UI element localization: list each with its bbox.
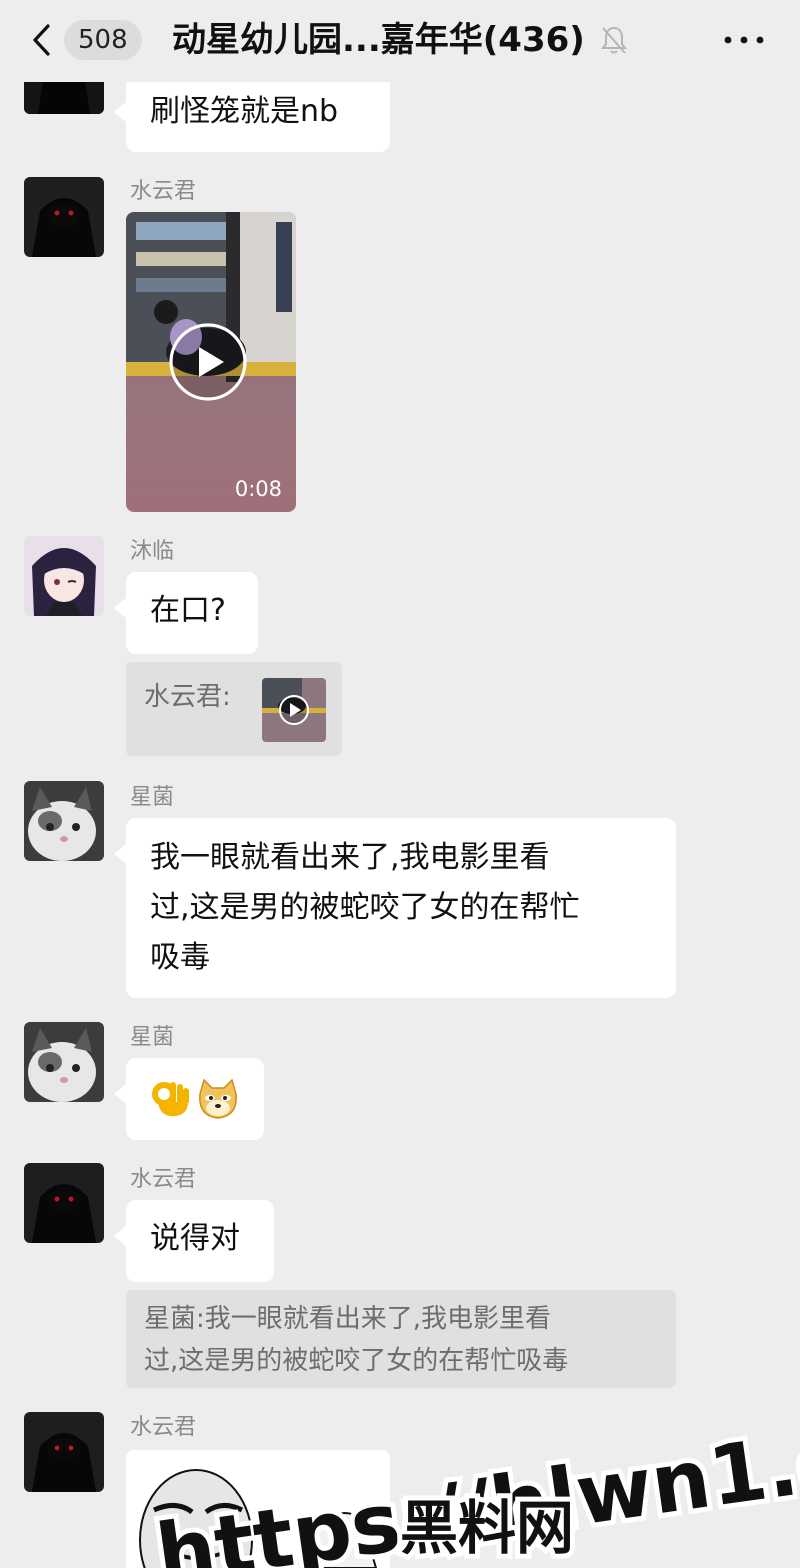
- message-text: 说得对: [150, 1221, 240, 1256]
- avatar-xingjun[interactable]: [24, 1022, 104, 1102]
- bell-off-icon: [601, 26, 627, 54]
- quoted-video-thumbnail: [262, 678, 326, 742]
- more-dots-icon[interactable]: [718, 22, 770, 58]
- sender-name: 水云君: [130, 1415, 197, 1440]
- sender-name: 水云君: [130, 1167, 197, 1192]
- cat-avatar-icon: [24, 781, 104, 861]
- quote-text-line: 星菌:我一眼就看出来了,我电影里看: [144, 1304, 552, 1334]
- message-bubble[interactable]: [114, 1058, 264, 1140]
- avatar-shuiyunjun[interactable]: [24, 177, 104, 257]
- doge-icon: [199, 1078, 237, 1119]
- anime-girl-avatar-icon: [24, 536, 104, 616]
- message-text: 刷怪笼就是nb: [150, 94, 339, 129]
- message-text-line: 吸毒: [150, 940, 210, 975]
- avatar-shuiyunjun[interactable]: [24, 1163, 104, 1243]
- avatar-xingjun[interactable]: [24, 781, 104, 861]
- video-message[interactable]: 0:08: [126, 212, 296, 512]
- watermark-label: 黑料网: [400, 1494, 574, 1562]
- quote-text-line: 过,这是男的被蛇咬了女的在帮忙吸毒: [144, 1346, 569, 1376]
- ok-hand-icon: [152, 1082, 189, 1117]
- message-bubble[interactable]: 我一眼就看出来了,我电影里看 过,这是男的被蛇咬了女的在帮忙 吸毒: [114, 818, 676, 998]
- hooded-figure-avatar-icon: [24, 177, 104, 257]
- avatar-mulin[interactable]: [24, 536, 104, 616]
- message-bubble[interactable]: 在口?: [114, 572, 258, 654]
- quoted-message[interactable]: 星菌:我一眼就看出来了,我电影里看 过,这是男的被蛇咬了女的在帮忙吸毒: [126, 1290, 676, 1388]
- message-bubble[interactable]: 刷怪笼就是nb: [114, 76, 390, 152]
- quoted-message[interactable]: 水云君:: [126, 662, 342, 756]
- quote-prefix: 水云君:: [144, 682, 231, 712]
- unread-count-badge[interactable]: 508: [64, 20, 142, 60]
- video-duration: 0:08: [234, 477, 282, 501]
- avatar-shuiyunjun[interactable]: [24, 1412, 104, 1492]
- message-bubble[interactable]: 说得对: [114, 1200, 274, 1282]
- chat-header: 508 动星幼儿园...嘉年华(436): [0, 0, 800, 82]
- sender-name: 星菌: [130, 785, 175, 810]
- sender-name: 水云君: [130, 179, 197, 204]
- hooded-figure-avatar-icon: [24, 1412, 104, 1492]
- sender-name: 星菌: [130, 1025, 175, 1050]
- sender-name: 沐临: [130, 539, 175, 564]
- message-text: 在口?: [150, 593, 226, 628]
- message-text-line: 我一眼就看出来了,我电影里看: [150, 840, 550, 875]
- message-text-line: 过,这是男的被蛇咬了女的在帮忙: [150, 890, 580, 925]
- chat-title[interactable]: 动星幼儿园...嘉年华(436): [172, 14, 585, 66]
- chevron-left-icon[interactable]: [26, 20, 60, 60]
- meme-face-icon: [126, 1450, 390, 1568]
- image-message[interactable]: [126, 1450, 390, 1568]
- video-thumbnail: [126, 212, 296, 512]
- hooded-figure-avatar-icon: [24, 1163, 104, 1243]
- cat-avatar-icon: [24, 1022, 104, 1102]
